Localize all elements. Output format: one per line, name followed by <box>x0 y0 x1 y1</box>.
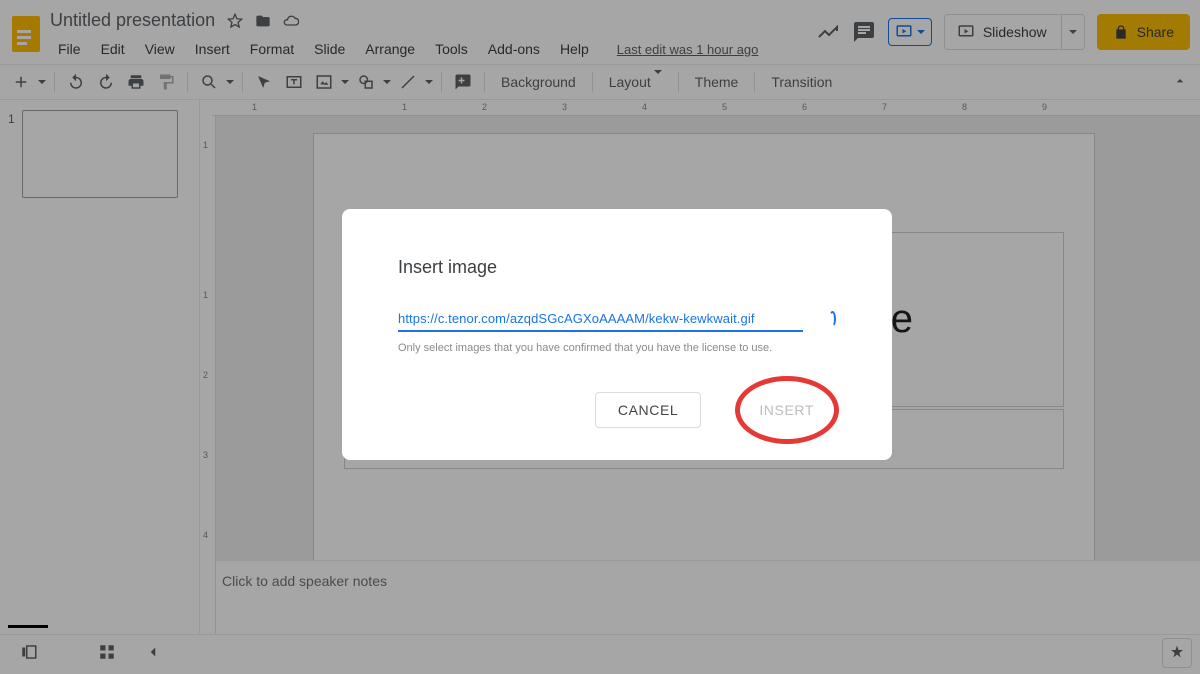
filmstrip-selection-bar <box>8 625 48 628</box>
undo-button[interactable] <box>63 69 89 95</box>
lock-icon <box>1113 24 1129 40</box>
dialog-hint: Only select images that you have confirm… <box>398 342 836 354</box>
insert-image-dialog: Insert image Only select images that you… <box>342 209 892 460</box>
annotation-circle <box>735 376 839 444</box>
menu-tools[interactable]: Tools <box>427 37 476 61</box>
filmstrip[interactable]: 1 <box>0 100 200 634</box>
zoom-caret[interactable] <box>226 80 234 84</box>
move-to-icon[interactable] <box>255 13 271 29</box>
grid-view-button[interactable] <box>98 643 116 666</box>
menu-addons[interactable]: Add-ons <box>480 37 548 61</box>
star-icon[interactable] <box>227 13 243 29</box>
image-caret[interactable] <box>341 80 349 84</box>
cancel-button[interactable]: CANCEL <box>595 392 701 428</box>
loading-spinner-icon <box>829 311 836 327</box>
layout-button[interactable]: Layout <box>601 74 670 90</box>
toolbar: Background Layout Theme Transition <box>0 64 1200 100</box>
slides-logo[interactable] <box>8 12 42 56</box>
line-caret[interactable] <box>425 80 433 84</box>
menu-edit[interactable]: Edit <box>93 37 133 61</box>
new-slide-button[interactable] <box>8 69 34 95</box>
horizontal-ruler: 1 1 2 3 4 5 6 7 8 9 <box>212 100 1200 116</box>
redo-button[interactable] <box>93 69 119 95</box>
present-button[interactable] <box>888 18 932 46</box>
comments-icon[interactable] <box>852 20 876 44</box>
textbox-tool-button[interactable] <box>281 69 307 95</box>
dialog-title: Insert image <box>398 257 836 278</box>
shape-caret[interactable] <box>383 80 391 84</box>
slide-number: 1 <box>8 110 22 198</box>
shape-tool-button[interactable] <box>353 69 379 95</box>
last-edit-link[interactable]: Last edit was 1 hour ago <box>609 38 767 61</box>
collapse-filmstrip-button[interactable] <box>144 643 162 666</box>
menu-view[interactable]: View <box>137 37 183 61</box>
explore-button[interactable] <box>1162 638 1192 668</box>
share-button[interactable]: Share <box>1097 14 1190 50</box>
doc-title[interactable]: Untitled presentation <box>50 10 215 31</box>
speaker-notes[interactable]: Click to add speaker notes <box>216 560 1200 634</box>
background-button[interactable]: Background <box>493 74 584 90</box>
menu-slide[interactable]: Slide <box>306 37 353 61</box>
present-caret-icon[interactable] <box>917 30 925 34</box>
share-label: Share <box>1137 24 1174 40</box>
analytics-icon[interactable] <box>816 20 840 44</box>
image-url-input[interactable] <box>398 306 803 332</box>
select-tool-button[interactable] <box>251 69 277 95</box>
transition-button[interactable]: Transition <box>763 74 840 90</box>
menu-arrange[interactable]: Arrange <box>357 37 423 61</box>
line-tool-button[interactable] <box>395 69 421 95</box>
menu-file[interactable]: File <box>50 37 89 61</box>
image-tool-button[interactable] <box>311 69 337 95</box>
theme-button[interactable]: Theme <box>687 74 747 90</box>
print-button[interactable] <box>123 69 149 95</box>
new-slide-caret[interactable] <box>38 80 46 84</box>
paint-format-button[interactable] <box>153 69 179 95</box>
filmstrip-view-button[interactable] <box>20 643 38 666</box>
slideshow-label: Slideshow <box>983 24 1047 40</box>
add-comment-button[interactable] <box>450 69 476 95</box>
slideshow-button[interactable]: Slideshow <box>944 14 1085 50</box>
collapse-toolbar-button[interactable] <box>1172 73 1188 92</box>
menu-format[interactable]: Format <box>242 37 302 61</box>
bottom-bar <box>0 634 1200 674</box>
menu-help[interactable]: Help <box>552 37 597 61</box>
app-header: Untitled presentation File Edit View Ins… <box>0 0 1200 64</box>
menu-insert[interactable]: Insert <box>187 37 238 61</box>
cloud-saved-icon[interactable] <box>283 13 299 29</box>
insert-button[interactable]: INSERT <box>737 392 836 428</box>
play-icon <box>957 23 975 41</box>
zoom-button[interactable] <box>196 69 222 95</box>
slide-thumbnail[interactable] <box>22 110 178 198</box>
slideshow-caret[interactable] <box>1062 30 1084 34</box>
vertical-ruler: 1 1 2 3 4 <box>200 100 216 634</box>
